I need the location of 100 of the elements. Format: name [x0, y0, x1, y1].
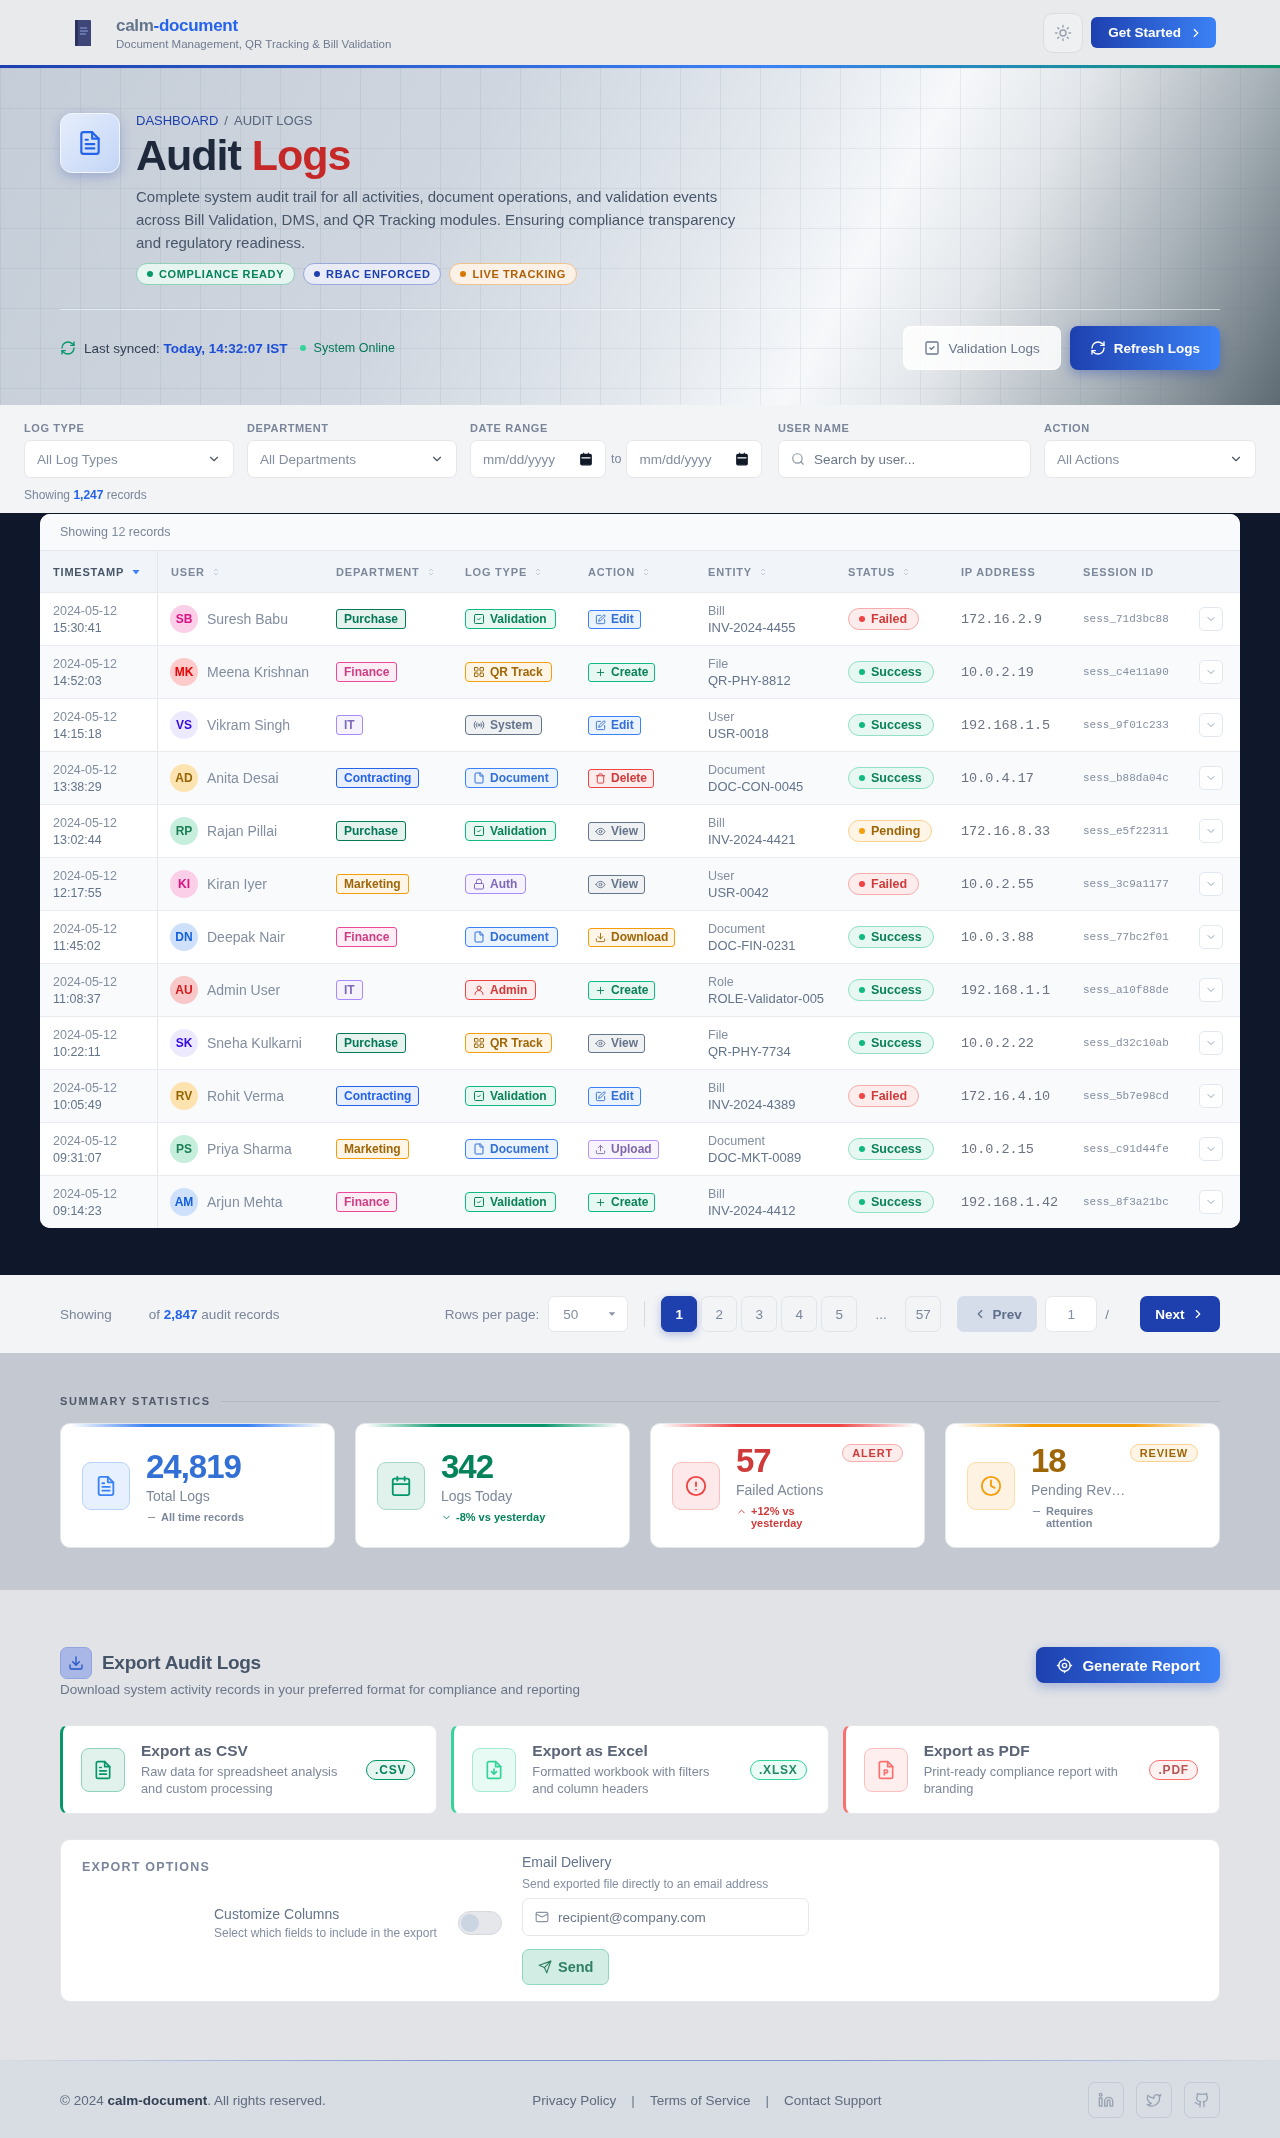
rows-per-page-label: Rows per page: — [444, 1306, 540, 1322]
log-time: 14:52:03 — [53, 673, 102, 688]
search-field[interactable]: Search by user... — [778, 440, 1031, 478]
bird-icon — [1146, 2092, 1162, 2108]
expand-row-button[interactable] — [1199, 1190, 1223, 1214]
footer-link[interactable]: Contact Support — [783, 2092, 882, 2108]
action-label: Upload — [611, 1142, 652, 1156]
export-format-card[interactable]: Export as PDF Print-ready compliance report with branding .PDF — [842, 1725, 1220, 1814]
session-id: sess_d32c10ab — [1083, 1037, 1169, 1049]
date-field[interactable]: mm/dd/yyyy — [626, 440, 763, 478]
page-button[interactable]: 5 — [821, 1296, 858, 1332]
column-header[interactable]: DEPARTMENT — [336, 565, 436, 578]
validation-logs-button[interactable]: Validation Logs — [903, 326, 1061, 370]
log-time: 09:31:07 — [53, 1150, 102, 1165]
stat-trend: All time records — [161, 1510, 245, 1523]
expand-row-button[interactable] — [1199, 660, 1223, 684]
date-field[interactable]: mm/dd/yyyy — [470, 440, 606, 478]
stat-value: 18 — [1031, 1442, 1067, 1479]
clock-icon — [967, 1461, 1015, 1510]
department-tag: Finance — [336, 927, 398, 947]
social-link-button[interactable] — [1184, 2082, 1220, 2118]
entity-type: Bill — [708, 815, 725, 830]
page-number-field[interactable]: 1 — [1045, 1296, 1098, 1332]
rows-per-page-select[interactable]: 50 — [548, 1296, 629, 1332]
footer-link[interactable]: Terms of Service — [649, 2092, 751, 2108]
expand-row-button[interactable] — [1199, 872, 1223, 896]
page-button[interactable]: 4 — [781, 1296, 818, 1332]
log-date: 2024-05-12 — [53, 656, 117, 671]
filter-label: ACTION — [1044, 421, 1091, 435]
grid-icon — [473, 666, 485, 678]
stat-label: Total Logs — [146, 1486, 211, 1505]
checkbox-icon — [473, 1090, 485, 1102]
theme-toggle-button[interactable] — [1043, 12, 1084, 53]
column-header[interactable]: USER — [171, 565, 221, 578]
column-header[interactable]: ACTION — [588, 565, 651, 578]
select-field[interactable]: All Departments — [247, 440, 457, 478]
social-link-button[interactable] — [1088, 2082, 1124, 2118]
breadcrumb-link[interactable]: DASHBOARD — [136, 113, 219, 129]
log-type-label: System — [490, 718, 533, 732]
log-date: 2024-05-12 — [53, 974, 117, 989]
plus-icon — [595, 666, 606, 678]
stat-trend: -8% vs yesterday — [456, 1510, 546, 1523]
page-button[interactable]: 2 — [701, 1296, 738, 1332]
select-field[interactable]: All Log Types — [24, 440, 234, 478]
expand-row-button[interactable] — [1199, 1137, 1223, 1161]
pencil-icon — [595, 1090, 606, 1102]
log-date: 2024-05-12 — [53, 815, 117, 830]
search-icon — [791, 452, 805, 466]
log-date: 2024-05-12 — [53, 762, 117, 777]
column-header[interactable]: STATUS — [848, 565, 912, 578]
entity-type: Role — [708, 974, 734, 989]
user-avatar: AM — [170, 1188, 198, 1216]
expand-row-button[interactable] — [1199, 1031, 1223, 1055]
export-format-card[interactable]: Export as Excel Formatted workbook with filters and column headers .XLSX — [451, 1725, 829, 1814]
entity-type: User — [708, 868, 735, 883]
page-separator: / — [1105, 1306, 1109, 1322]
page-button[interactable]: 57 — [905, 1296, 942, 1332]
social-link-button[interactable] — [1136, 2082, 1172, 2118]
expand-row-button[interactable] — [1199, 607, 1223, 631]
toggle-switch[interactable] — [458, 1911, 502, 1935]
lock-icon — [473, 878, 485, 890]
page-button[interactable]: 3 — [741, 1296, 778, 1332]
file-extension-tag: .PDF — [1149, 1759, 1198, 1780]
badge-label: LIVE TRACKING — [472, 268, 566, 280]
log-type-label: Document — [490, 1142, 549, 1156]
plus-icon — [595, 1196, 606, 1208]
broadcast-icon — [473, 719, 485, 731]
pencil-icon — [595, 719, 606, 731]
next-page-button[interactable]: Next — [1140, 1296, 1220, 1332]
user-name: Kiran Iyer — [207, 876, 267, 892]
refresh-logs-button[interactable]: Refresh Logs — [1069, 326, 1220, 370]
log-type-label: Validation — [490, 1195, 547, 1209]
download-icon — [60, 1647, 92, 1679]
status-dot-icon — [299, 345, 306, 351]
system-status: System Online — [313, 341, 395, 355]
pagination-label: Showing — [60, 1306, 112, 1322]
column-header[interactable]: LOG TYPE — [465, 565, 544, 578]
expand-row-button[interactable] — [1199, 766, 1223, 790]
session-id: sess_a10f88de — [1083, 984, 1169, 996]
eye-icon — [595, 1037, 606, 1049]
generate-report-button[interactable]: Generate Report — [1036, 1647, 1220, 1683]
file-extension-tag: .XLSX — [749, 1759, 807, 1780]
export-format-card[interactable]: Export as CSV Raw data for spreadsheet analysis and custom processing .CSV — [60, 1725, 438, 1814]
log-type-label: Validation — [490, 1089, 547, 1103]
expand-row-button[interactable] — [1199, 1084, 1223, 1108]
expand-row-button[interactable] — [1199, 713, 1223, 737]
export-title: Export as Excel — [532, 1742, 649, 1760]
page-button[interactable]: 1 — [661, 1296, 698, 1332]
action-label: Edit — [611, 612, 634, 626]
file-download-icon — [472, 1747, 517, 1792]
copyright-text: © 2024 calm-document. All rights reserved. — [60, 2092, 326, 2108]
select-field[interactable]: All Actions — [1044, 440, 1256, 478]
footer-link[interactable]: Privacy Policy — [532, 2092, 617, 2108]
column-header[interactable]: ENTITY — [708, 565, 768, 578]
get-started-button[interactable]: Get Started — [1091, 17, 1216, 48]
expand-row-button[interactable] — [1199, 925, 1223, 949]
expand-row-button[interactable] — [1199, 819, 1223, 843]
expand-row-button[interactable] — [1199, 978, 1223, 1002]
action-label: View — [611, 824, 639, 838]
column-header[interactable]: TIMESTAMP — [53, 565, 143, 578]
